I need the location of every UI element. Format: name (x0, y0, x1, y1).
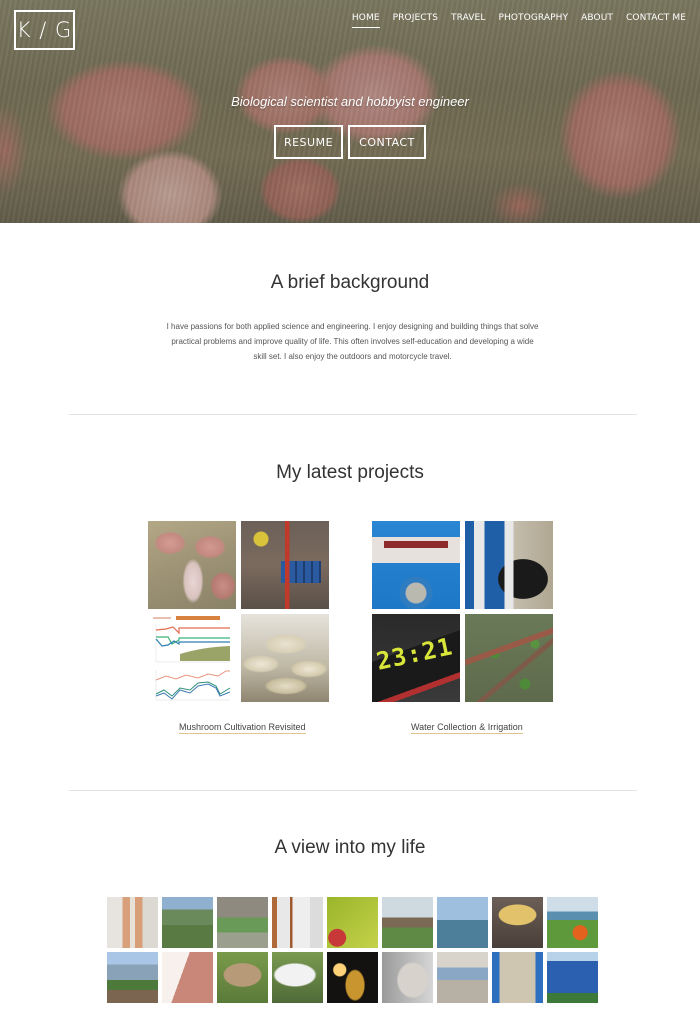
life-title: A view into my life (274, 837, 426, 858)
garden-irrigation-photo[interactable] (465, 614, 553, 702)
photo-motorcycle-by-lake[interactable] (547, 897, 598, 948)
sensor-charts-graphic (153, 616, 231, 701)
section-divider (69, 790, 637, 791)
nav-contact-me[interactable]: CONTACT ME (626, 13, 686, 28)
digital-timer-photo[interactable]: 23:21 (372, 614, 460, 702)
photo-siamese-cat[interactable] (382, 952, 433, 1003)
mushroom-cultivation-link[interactable]: Mushroom Cultivation Revisited (179, 722, 306, 734)
nav-home[interactable]: HOME (351, 13, 380, 28)
life-photo-gallery (107, 897, 598, 1003)
photo-soldier-overlooking-valley[interactable] (162, 897, 213, 948)
white-oyster-mushroom-photo[interactable] (241, 614, 329, 702)
nav-travel[interactable]: TRAVEL (451, 13, 485, 28)
background-text: I have passions for both applied science… (166, 322, 539, 361)
pink-oyster-mushroom-photo[interactable] (148, 521, 236, 609)
water-collection-link[interactable]: Water Collection & Irrigation (411, 722, 523, 734)
projects-title: My latest projects (276, 462, 424, 483)
photo-yellow-mushroom[interactable] (492, 897, 543, 948)
photo-domed-building[interactable] (492, 952, 543, 1003)
photo-coastal-water[interactable] (437, 897, 488, 948)
control-panel-wiring-photo[interactable] (241, 521, 329, 609)
contact-button[interactable]: CONTACT (348, 125, 426, 159)
photo-caterpillar-on-hand[interactable] (162, 952, 213, 1003)
resume-button[interactable]: RESUME (274, 125, 343, 159)
nav-photography[interactable]: PHOTOGRAPHY (498, 13, 568, 28)
nav-projects[interactable]: PROJECTS (393, 13, 438, 28)
project-card-mushroom[interactable] (148, 521, 330, 702)
main-nav: HOME PROJECTS TRAVEL PHOTOGRAPHY ABOUT C… (351, 13, 686, 28)
hero-buttons: RESUME CONTACT (0, 125, 700, 159)
water-pump-photo[interactable] (465, 521, 553, 609)
environment-chart-image[interactable] (148, 614, 236, 702)
blue-barrel-photo[interactable] (372, 521, 460, 609)
photo-woman-with-lantern[interactable] (327, 952, 378, 1003)
hero-banner: K / G HOME PROJECTS TRAVEL PHOTOGRAPHY A… (0, 0, 700, 223)
photo-green-leaf-closeup[interactable] (327, 897, 378, 948)
project-card-water[interactable]: 23:21 (372, 521, 554, 702)
photo-blue-crater-lake[interactable] (547, 952, 598, 1003)
background-title: A brief background (270, 272, 430, 293)
timer-display: 23:21 (373, 632, 456, 676)
photo-man-on-motorcycle[interactable] (382, 897, 433, 948)
photo-white-fuzzy-caterpillar[interactable] (272, 952, 323, 1003)
photo-lab-petri-dishes[interactable] (107, 897, 158, 948)
section-divider (69, 414, 637, 415)
hero-tagline: Biological scientist and hobbyist engine… (231, 94, 469, 109)
photo-hazmat-suits-team[interactable] (272, 897, 323, 948)
photo-fungus-on-log[interactable] (217, 952, 268, 1003)
photo-boat-deck[interactable] (437, 952, 488, 1003)
photo-soldiers-training[interactable] (217, 897, 268, 948)
photo-volcano-coast[interactable] (107, 952, 158, 1003)
site-logo[interactable]: K / G (14, 10, 75, 50)
nav-about[interactable]: ABOUT (581, 13, 613, 28)
